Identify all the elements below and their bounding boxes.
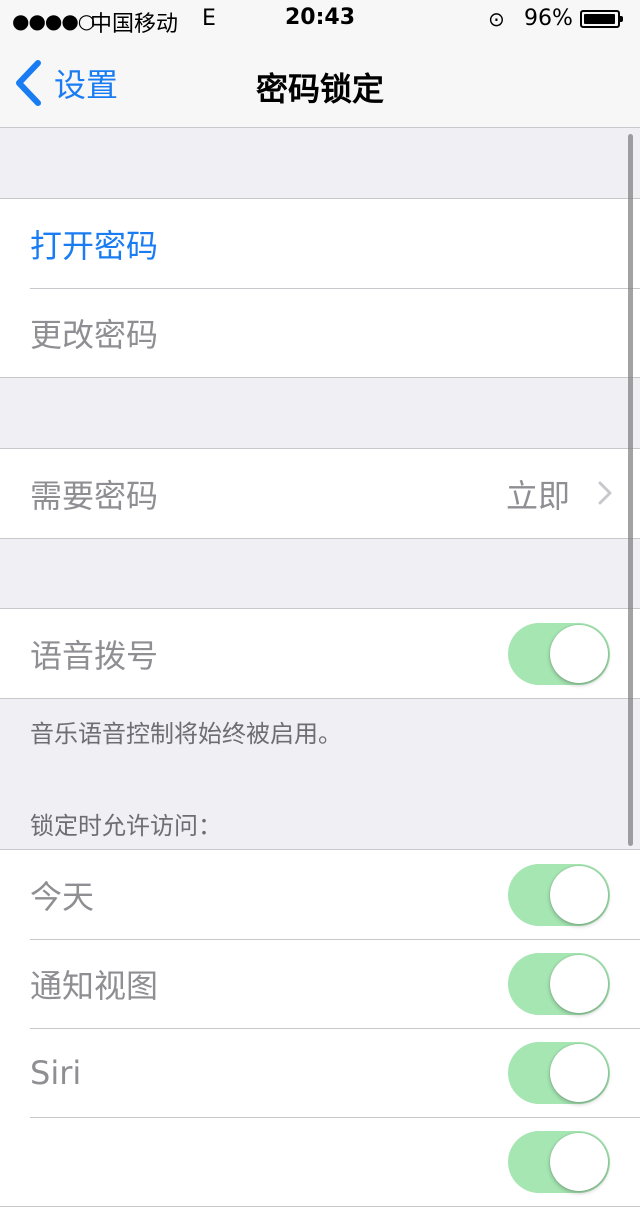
page-title: 密码锁定 <box>255 70 384 108</box>
voice-dial-row: 语音拨号 <box>0 609 640 698</box>
require-passcode-value: 立即 <box>505 476 570 515</box>
navigation-bar: 设置 密码锁定 <box>0 40 640 128</box>
voice-dial-group: 语音拨号 <box>0 608 640 699</box>
battery-nub <box>620 16 623 22</box>
toggle-knob <box>550 625 608 683</box>
battery-icon <box>580 10 623 28</box>
voice-dial-label: 语音拨号 <box>30 636 159 675</box>
today-row: 今天 <box>0 850 640 939</box>
locked-access-header: 锁定时允许访问： <box>30 812 222 840</box>
notifications-view-row: 通知视图 <box>0 939 640 1028</box>
next-row-toggle[interactable] <box>508 1131 610 1193</box>
chevron-right-icon <box>598 481 612 505</box>
today-label: 今天 <box>30 877 95 916</box>
today-toggle[interactable] <box>508 864 610 926</box>
require-passcode-label: 需要密码 <box>30 476 159 515</box>
rotation-lock-icon: ⊙ <box>488 7 505 31</box>
toggle-knob <box>550 1044 608 1102</box>
siri-row: Siri <box>0 1028 640 1117</box>
change-passcode-button[interactable]: 更改密码 <box>0 288 640 377</box>
siri-toggle[interactable] <box>508 1042 610 1104</box>
turn-on-passcode-button[interactable]: 打开密码 <box>0 199 640 288</box>
locked-access-group: 今天 通知视图 Siri <box>0 849 640 1207</box>
change-passcode-label: 更改密码 <box>30 315 159 354</box>
vertical-scrollbar[interactable] <box>628 134 633 846</box>
status-bar: ●●●●○ 中国移动 E 20:43 ⊙ 96% <box>0 0 640 40</box>
battery-percent: 96% <box>524 6 573 31</box>
siri-label: Siri <box>30 1053 82 1092</box>
notifications-view-label: 通知视图 <box>30 966 159 1005</box>
toggle-knob <box>550 1133 608 1191</box>
require-passcode-group: 需要密码 立即 <box>0 448 640 539</box>
toggle-knob <box>550 866 608 924</box>
battery-fill <box>584 14 615 24</box>
voice-dial-toggle[interactable] <box>508 623 610 685</box>
turn-on-passcode-label: 打开密码 <box>30 226 159 265</box>
voice-dial-footnote: 音乐语音控制将始终被启用。 <box>30 720 342 748</box>
require-passcode-row[interactable]: 需要密码 立即 <box>0 449 640 538</box>
toggle-knob <box>550 955 608 1013</box>
next-row-partial <box>0 1117 640 1206</box>
passcode-group: 打开密码 更改密码 <box>0 198 640 378</box>
notifications-view-toggle[interactable] <box>508 953 610 1015</box>
